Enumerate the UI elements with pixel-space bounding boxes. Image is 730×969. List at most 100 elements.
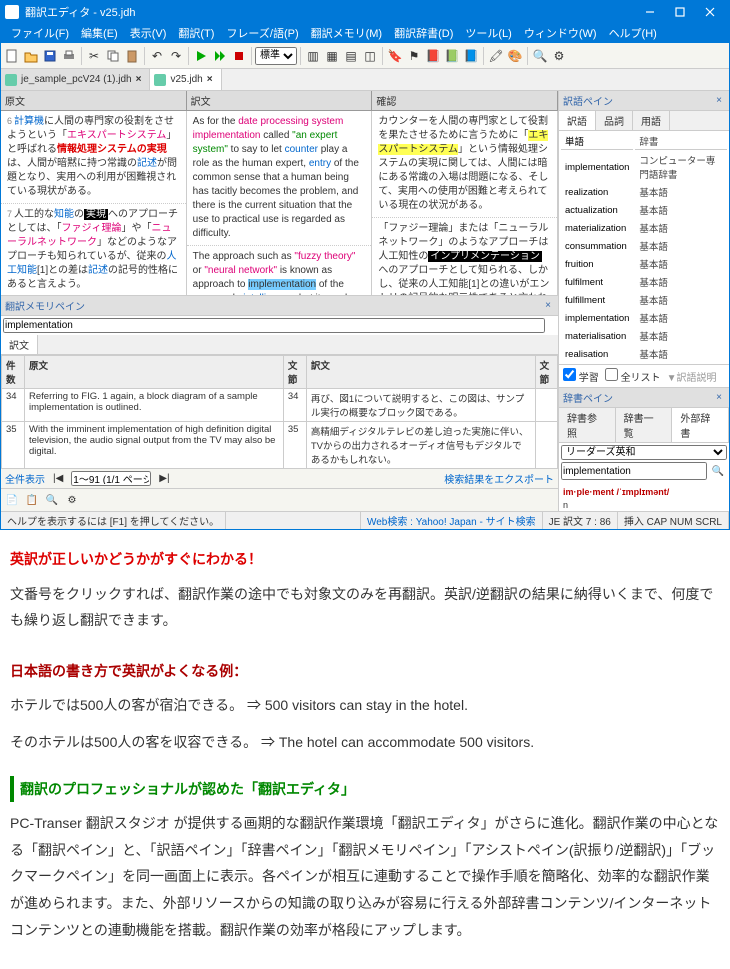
yakugo-row[interactable]: consummation基本語	[561, 238, 727, 254]
all-list-checkbox[interactable]: 全リスト	[605, 368, 661, 384]
dict-tab-ref[interactable]: 辞書参照	[559, 408, 616, 442]
close-pane-icon[interactable]: ×	[713, 95, 725, 106]
learn-checkbox[interactable]: 学習	[563, 368, 599, 384]
mem-tool-icon[interactable]: 🔍	[43, 491, 61, 509]
memory-tab-translation[interactable]: 訳文	[1, 335, 38, 354]
bookmark-icon[interactable]: 🔖	[386, 47, 404, 65]
run-icon[interactable]	[192, 47, 210, 65]
minimize-button[interactable]	[635, 1, 665, 23]
source-column[interactable]: 6計算機に人間の専門家の役割をさせようという「エキスパートシステム」と呼ばれる情…	[1, 111, 187, 295]
mem-tool-icon[interactable]: 📄	[3, 491, 21, 509]
close-tab-icon[interactable]: ×	[207, 74, 213, 85]
paste-icon[interactable]	[123, 47, 141, 65]
yakugo-row[interactable]: fulfilment基本語	[561, 274, 727, 290]
yakugo-row[interactable]: implementationコンピューター専門語辞書	[561, 152, 727, 182]
yakugo-tab-word[interactable]: 訳語	[559, 111, 596, 130]
memory-footer: 全件表示 |◀▶| 検索結果をエクスポート	[1, 469, 558, 488]
article-headline-1: 英訳が正しいかどうかがすぐにわかる！	[10, 546, 720, 573]
maximize-button[interactable]	[665, 1, 695, 23]
color-icon[interactable]: 🎨	[506, 47, 524, 65]
yakugo-row[interactable]: fulfillment基本語	[561, 292, 727, 308]
memory-row[interactable]: 35With the imminent implementation of hi…	[2, 422, 558, 469]
style-select[interactable]: 標準	[255, 47, 297, 65]
menu-memory[interactable]: 翻訳メモリ(M)	[305, 23, 389, 43]
show-all-link[interactable]: 全件表示	[5, 471, 45, 486]
memory-search-input[interactable]	[3, 318, 545, 333]
yakugo-row[interactable]: fruition基本語	[561, 256, 727, 272]
pane-icon-2[interactable]: ▦	[323, 47, 341, 65]
example-sentence: ホテルでは500人の客が宿泊できる。 ⇒ 500 visitors can st…	[10, 692, 720, 719]
settings-icon[interactable]: ⚙	[550, 47, 568, 65]
highlight-icon[interactable]: 🖍	[487, 47, 505, 65]
book2-icon[interactable]: 📗	[443, 47, 461, 65]
copy-icon[interactable]	[104, 47, 122, 65]
menu-edit[interactable]: 編集(E)	[75, 23, 124, 43]
pane-icon-1[interactable]: ▥	[304, 47, 322, 65]
yakugo-row[interactable]: materialisation基本語	[561, 328, 727, 344]
translation-editor: 原文 訳文 確認 6計算機に人間の専門家の役割をさせようという「エキスパートシス…	[1, 91, 559, 511]
dict-search-input[interactable]	[561, 462, 707, 480]
yakugo-row[interactable]: realization基本語	[561, 184, 727, 200]
page-input[interactable]	[71, 471, 151, 486]
save-icon[interactable]	[41, 47, 59, 65]
cut-icon[interactable]: ✂	[85, 47, 103, 65]
menu-tools[interactable]: ツール(L)	[459, 23, 517, 43]
mem-tool-icon[interactable]: 📋	[23, 491, 41, 509]
zoom-icon[interactable]: 🔍	[531, 47, 549, 65]
header-target: 訳文	[187, 91, 373, 110]
search-icon[interactable]: 🔍	[709, 462, 727, 480]
close-button[interactable]	[695, 1, 725, 23]
dict-tab-ext[interactable]: 外部辞書	[672, 408, 729, 442]
menu-file[interactable]: ファイル(F)	[5, 23, 75, 43]
yakugo-row[interactable]: materialization基本語	[561, 220, 727, 236]
back-segment: 「ファジー理論」または「ニューラルネットワーク」のようなアプローチは人工知性のイ…	[372, 218, 557, 295]
export-link[interactable]: 検索結果をエクスポート	[444, 471, 554, 486]
mem-tool-icon[interactable]: ⚙	[63, 491, 81, 509]
menu-dict[interactable]: 翻訳辞書(D)	[388, 23, 459, 43]
toolbar: ✂ ↶ ↷ 標準 ▥ ▦ ▤ ◫ 🔖 ⚑ 📕 📗 📘 🖍 🎨 🔍 ⚙	[1, 43, 729, 69]
menu-help[interactable]: ヘルプ(H)	[603, 23, 663, 43]
yakugo-tab-pos[interactable]: 品詞	[596, 111, 633, 130]
doc-tab-2[interactable]: v25.jdh ×	[150, 69, 221, 90]
menu-view[interactable]: 表示(V)	[124, 23, 173, 43]
open-icon[interactable]	[22, 47, 40, 65]
dict-source-select[interactable]: リーダーズ英和	[561, 445, 727, 460]
dict-tab-list[interactable]: 辞書一覧	[616, 408, 673, 442]
menu-phrase[interactable]: フレーズ/語(P)	[220, 23, 304, 43]
close-pane-icon[interactable]: ×	[713, 392, 725, 403]
flag-icon[interactable]: ⚑	[405, 47, 423, 65]
yakugo-tab-term[interactable]: 用語	[633, 111, 670, 130]
pane-icon-3[interactable]: ▤	[342, 47, 360, 65]
back-column[interactable]: カウンターを人間の専門家として役割を果たさせるために言うために「エキスパートシス…	[372, 111, 558, 295]
run-all-icon[interactable]	[211, 47, 229, 65]
menu-window[interactable]: ウィンドウ(W)	[518, 23, 603, 43]
target-segment: As for the date processing system implem…	[187, 111, 372, 246]
memory-toolbar: 📄 📋 🔍 ⚙	[1, 488, 558, 511]
yakugo-row[interactable]: actualization基本語	[561, 202, 727, 218]
close-tab-icon[interactable]: ×	[136, 74, 142, 85]
undo-icon[interactable]: ↶	[148, 47, 166, 65]
target-segment: The approach such as "fuzzy theory" or "…	[187, 246, 372, 295]
doc-tab-1[interactable]: je_sample_pcV24 (1).jdh ×	[1, 69, 150, 90]
example-sentence: そのホテルは500人の客を収容できる。 ⇒ The hotel can acco…	[10, 729, 720, 756]
print-icon[interactable]	[60, 47, 78, 65]
redo-icon[interactable]: ↷	[167, 47, 185, 65]
book3-icon[interactable]: 📘	[462, 47, 480, 65]
book-icon[interactable]: 📕	[424, 47, 442, 65]
dict-definition: n 1 道具, 用具, 器具; 手段, 方法; [pl] 《英 古》装備など》 …	[563, 499, 725, 511]
article-paragraph: 文番号をクリックすれば、翻訳作業の途中でも対象文のみを再翻訳。英訳/逆翻訳の結果…	[10, 581, 720, 634]
explain-button[interactable]: ▼訳語説明	[667, 369, 717, 384]
close-pane-icon[interactable]: ×	[542, 300, 554, 311]
yakugo-row[interactable]: realisation基本語	[561, 346, 727, 362]
stop-icon[interactable]	[230, 47, 248, 65]
source-segment: 7人工的な知能の実現へのアプローチとしては、「ファジィ理論」や「ニューラルネット…	[1, 204, 186, 295]
yakugo-pane-title: 訳語ペイン ×	[559, 91, 729, 111]
memory-pane: 翻訳メモリペイン × 訳文 件数 原文 文節 訳文 文節	[1, 295, 558, 511]
article: 英訳が正しいかどうかがすぐにわかる！ 文番号をクリックすれば、翻訳作業の途中でも…	[0, 530, 730, 969]
target-column[interactable]: As for the date processing system implem…	[187, 111, 373, 295]
new-file-icon[interactable]	[3, 47, 21, 65]
memory-row[interactable]: 34Referring to FIG. 1 again, a block dia…	[2, 389, 558, 422]
pane-icon-4[interactable]: ◫	[361, 47, 379, 65]
yakugo-row[interactable]: implementation基本語	[561, 310, 727, 326]
menu-translate[interactable]: 翻訳(T)	[172, 23, 220, 43]
